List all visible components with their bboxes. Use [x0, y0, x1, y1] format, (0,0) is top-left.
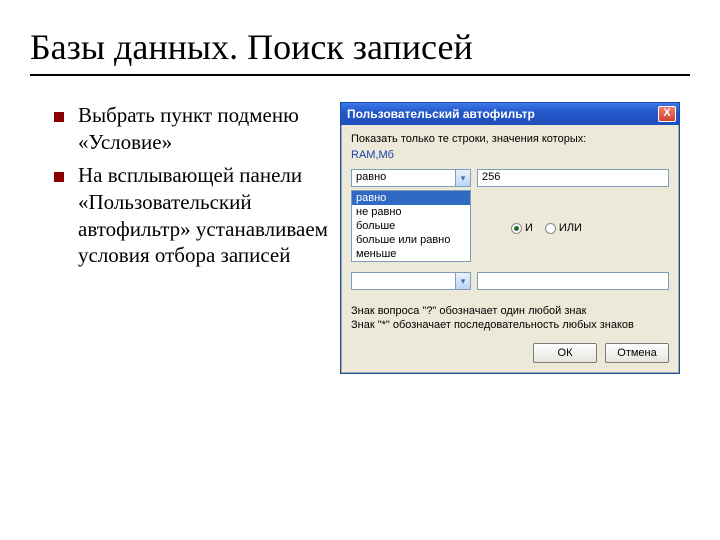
- close-button[interactable]: X: [658, 106, 676, 122]
- dialog-title: Пользовательский автофильтр: [347, 107, 535, 121]
- ok-button[interactable]: ОК: [533, 343, 597, 363]
- radio-dot-icon: [511, 223, 522, 234]
- cancel-button[interactable]: Отмена: [605, 343, 669, 363]
- condition-1-operator-text: равно: [356, 171, 386, 183]
- bullet-text: Выбрать пункт подменю «Условие»: [78, 102, 328, 156]
- slide-title: Базы данных. Поиск записей: [30, 26, 690, 68]
- condition-1-value-input[interactable]: 256: [477, 169, 669, 187]
- condition-2-operator-select[interactable]: ▾: [351, 272, 471, 290]
- dialog-screenshot: Пользовательский автофильтр X Показать т…: [340, 102, 690, 374]
- field-name-label: RAM,Мб: [351, 149, 669, 161]
- hint-block: Знак вопроса "?" обозначает один любой з…: [351, 304, 669, 333]
- condition-1-value-text: 256: [482, 171, 500, 183]
- autofilter-dialog: Пользовательский автофильтр X Показать т…: [340, 102, 680, 374]
- bullet-square-icon: [54, 172, 64, 182]
- and-or-radios: И ИЛИ: [511, 222, 582, 234]
- condition-1-row: равно ▾ 256: [351, 169, 669, 187]
- radio-or[interactable]: ИЛИ: [545, 222, 582, 234]
- title-divider: [30, 74, 690, 76]
- dropdown-option[interactable]: больше: [352, 219, 470, 233]
- hint-line-1: Знак вопроса "?" обозначает один любой з…: [351, 304, 669, 318]
- dropdown-option[interactable]: равно: [352, 191, 470, 205]
- chevron-down-icon: ▾: [455, 170, 470, 186]
- show-label: Показать только те строки, значения кото…: [351, 133, 669, 145]
- bullet-text: На всплывающей панели «Пользовательский …: [78, 162, 328, 270]
- dialog-titlebar: Пользовательский автофильтр X: [341, 103, 679, 125]
- hint-line-2: Знак "*" обозначает последовательность л…: [351, 318, 669, 332]
- content-row: Выбрать пункт подменю «Условие» На всплы…: [30, 102, 690, 374]
- bullet-item: Выбрать пункт подменю «Условие»: [54, 102, 328, 156]
- chevron-down-icon: ▾: [455, 273, 470, 289]
- dropdown-option[interactable]: не равно: [352, 205, 470, 219]
- radio-and[interactable]: И: [511, 222, 533, 234]
- condition-2-value-input[interactable]: [477, 272, 669, 290]
- radio-and-label: И: [525, 222, 533, 234]
- dropdown-option[interactable]: больше или равно: [352, 233, 470, 247]
- condition-2-row: ▾: [351, 272, 669, 290]
- radio-dot-icon: [545, 223, 556, 234]
- dialog-buttons: ОК Отмена: [351, 343, 669, 363]
- radio-or-label: ИЛИ: [559, 222, 582, 234]
- operator-dropdown[interactable]: равно не равно больше больше или равно м…: [351, 190, 471, 262]
- condition-1-operator-select[interactable]: равно ▾: [351, 169, 471, 187]
- bullet-square-icon: [54, 112, 64, 122]
- bullet-list: Выбрать пункт подменю «Условие» На всплы…: [30, 102, 330, 374]
- bullet-item: На всплывающей панели «Пользовательский …: [54, 162, 328, 270]
- dialog-body: Показать только те строки, значения кото…: [341, 125, 679, 373]
- dropdown-option[interactable]: меньше: [352, 247, 470, 261]
